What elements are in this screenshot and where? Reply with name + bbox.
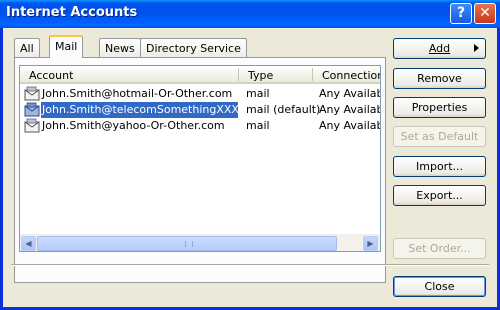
account-type: mail [246, 87, 270, 100]
mail-account-icon [24, 102, 40, 117]
remove-button[interactable]: Remove [393, 68, 486, 89]
accounts-list[interactable]: Account Type Connection John.Smith@hotma… [19, 65, 381, 252]
set-as-default-button[interactable]: Set as Default [393, 126, 486, 147]
scroll-left-button[interactable]: ◀ [21, 236, 36, 251]
mail-account-icon [24, 118, 40, 133]
account-name: John.Smith@telecomSomethingXXX.com [42, 103, 266, 116]
account-connection: Any Available [319, 119, 380, 132]
tab-news[interactable]: News [99, 38, 141, 58]
list-header: Account Type Connection [20, 66, 380, 84]
dialog-client-area: All Mail News Directory Service Account … [3, 28, 497, 307]
tab-all[interactable]: All [14, 38, 40, 58]
account-row[interactable]: John.Smith@yahoo-Or-Other.com mail Any A… [20, 118, 380, 134]
title-bar[interactable]: Internet Accounts ? ✕ [0, 0, 500, 28]
tab-directory-service[interactable]: Directory Service [140, 38, 247, 58]
separator-line [11, 264, 489, 266]
account-connection: Any Available [319, 103, 380, 116]
add-button-label: Add [428, 42, 451, 55]
internet-accounts-window: Internet Accounts ? ✕ All Mail News Dire… [0, 0, 500, 310]
scroll-thumb[interactable] [37, 236, 337, 251]
close-button[interactable]: Close [393, 276, 486, 297]
account-connection: Any Available [319, 87, 380, 100]
window-title: Internet Accounts [6, 5, 138, 20]
account-type: mail (default) [246, 103, 321, 116]
column-header-account[interactable]: Account [29, 69, 73, 82]
help-button[interactable]: ? [450, 3, 472, 24]
properties-button[interactable]: Properties [393, 97, 486, 118]
scroll-right-button[interactable]: ▶ [363, 236, 378, 251]
tab-mail[interactable]: Mail [49, 35, 84, 58]
scroll-thumb-grip [185, 241, 193, 247]
submenu-arrow-icon [474, 44, 479, 52]
column-header-type[interactable]: Type [248, 69, 273, 82]
mail-account-icon [24, 86, 40, 101]
column-divider[interactable] [312, 68, 313, 81]
column-header-connection[interactable]: Connection [322, 69, 380, 82]
export-button[interactable]: Export... [393, 185, 486, 206]
account-name: John.Smith@yahoo-Or-Other.com [42, 119, 225, 132]
account-name: John.Smith@hotmail-Or-Other.com [42, 87, 233, 100]
mail-tab-panel: Account Type Connection John.Smith@hotma… [14, 57, 386, 283]
account-type: mail [246, 119, 270, 132]
horizontal-scrollbar[interactable]: ◀ ▶ [20, 234, 380, 251]
account-row-selected[interactable]: John.Smith@telecomSomethingXXX.com mail … [20, 102, 380, 118]
import-button[interactable]: Import... [393, 156, 486, 177]
column-divider[interactable] [238, 68, 239, 81]
add-button[interactable]: Add [393, 38, 486, 59]
account-row[interactable]: John.Smith@hotmail-Or-Other.com mail Any… [20, 86, 380, 102]
set-order-button[interactable]: Set Order... [393, 238, 486, 259]
close-window-button[interactable]: ✕ [474, 3, 496, 24]
